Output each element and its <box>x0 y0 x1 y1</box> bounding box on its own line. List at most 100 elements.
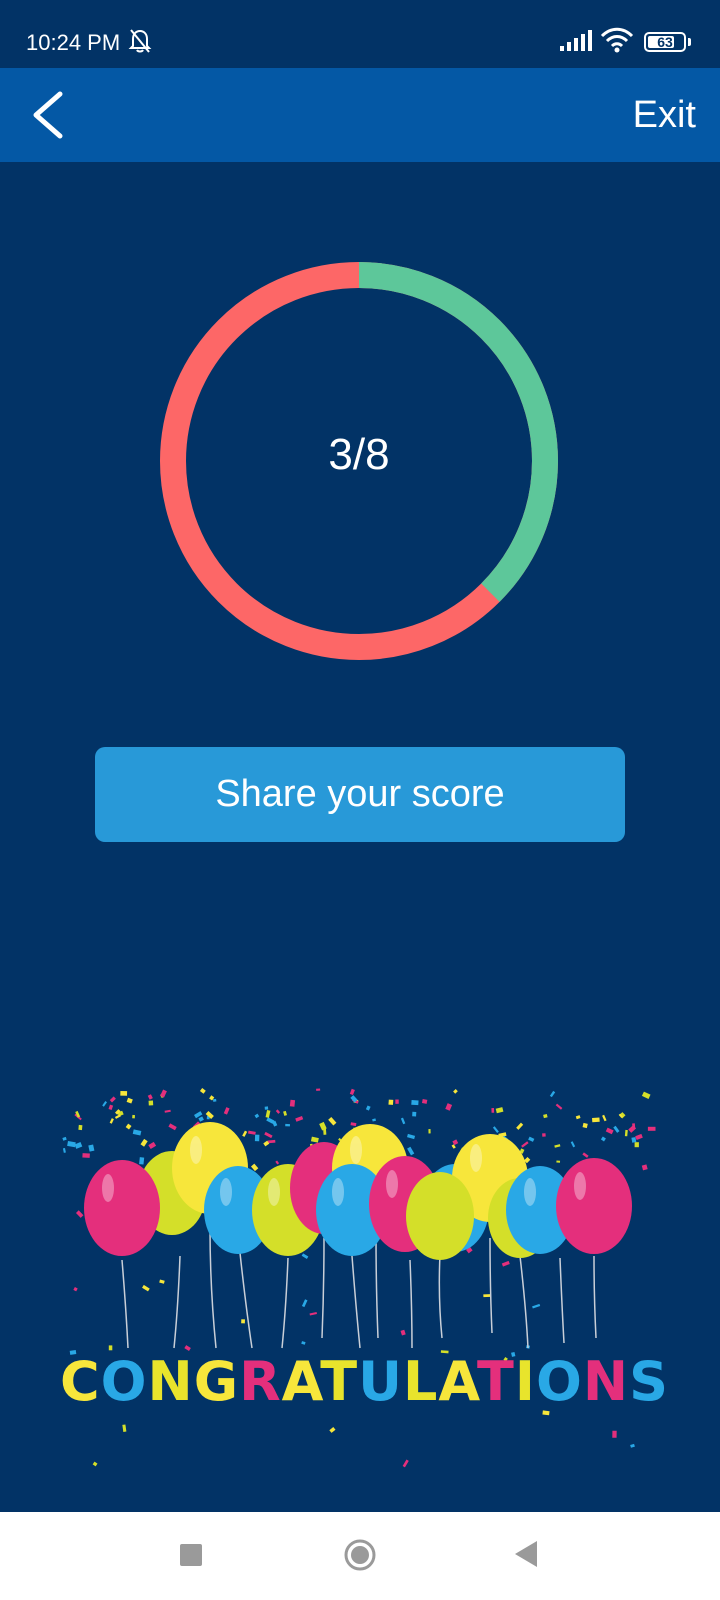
confetti-piece <box>285 1123 290 1127</box>
confetti-piece <box>108 1104 114 1111</box>
confetti-piece <box>265 1109 271 1118</box>
confetti-piece <box>582 1152 589 1158</box>
confetti-piece <box>148 1141 157 1150</box>
confetti-piece <box>641 1164 648 1171</box>
back-button[interactable] <box>26 90 76 140</box>
triangle-back-icon <box>515 1541 537 1567</box>
status-bar: 10:24 PM 63 <box>0 0 720 68</box>
confetti-piece <box>275 1160 280 1165</box>
confetti-piece <box>395 1099 399 1104</box>
confetti-piece <box>67 1141 76 1148</box>
confetti-piece <box>310 1136 319 1143</box>
confetti-piece <box>349 1088 355 1096</box>
confetti-piece <box>428 1129 431 1134</box>
circle-home-icon <box>344 1539 376 1571</box>
confetti-piece <box>148 1100 154 1106</box>
confetti-piece <box>267 1139 276 1144</box>
confetti-piece <box>543 1114 548 1119</box>
confetti-piece <box>109 1118 114 1124</box>
app-bar <box>0 68 720 162</box>
nav-back-button[interactable] <box>515 1541 537 1567</box>
confetti-piece <box>388 1099 394 1105</box>
congratulations-text: CONGRATULATIONS <box>60 1350 668 1413</box>
confetti-piece <box>329 1426 336 1433</box>
confetti-piece <box>301 1299 308 1308</box>
confetti-piece <box>264 1131 273 1139</box>
confetti-piece <box>164 1109 171 1113</box>
chevron-left-icon <box>33 91 63 139</box>
confetti-piece <box>114 1114 121 1119</box>
confetti-piece <box>120 1091 128 1096</box>
confetti-piece <box>451 1144 456 1149</box>
confetti-piece <box>198 1116 204 1122</box>
recents-button[interactable] <box>180 1544 202 1566</box>
congratulations-image <box>62 1088 656 1468</box>
confetti-piece <box>554 1144 561 1148</box>
confetti-piece <box>445 1103 453 1111</box>
confetti-piece <box>452 1139 459 1146</box>
confetti-piece <box>289 1099 296 1107</box>
confetti-piece <box>102 1101 108 1107</box>
confetti-piece <box>556 1160 561 1163</box>
confetti-piece <box>516 1122 524 1130</box>
confetti-piece <box>242 1130 248 1137</box>
battery-icon: 63 <box>644 32 686 52</box>
confetti-piece <box>613 1125 620 1133</box>
congratulations-letter: I <box>514 1350 536 1413</box>
confetti-piece <box>82 1153 90 1158</box>
confetti-piece <box>400 1329 406 1336</box>
confetti-piece <box>122 1424 127 1432</box>
confetti-piece <box>139 1157 145 1165</box>
congratulations-letter: U <box>358 1350 403 1413</box>
confetti-piece <box>62 1136 67 1141</box>
balloons <box>84 1122 632 1349</box>
bell-off-icon <box>128 28 152 59</box>
congratulations-letter: N <box>582 1350 630 1413</box>
congratulations-letters: CONGRATULATIONS <box>60 1350 669 1413</box>
confetti-piece <box>501 1260 510 1267</box>
confetti-piece <box>532 1303 541 1309</box>
confetti-piece <box>159 1279 165 1284</box>
confetti-piece <box>542 1133 546 1137</box>
congratulations-letter: L <box>402 1350 439 1413</box>
signal-icon <box>560 28 592 57</box>
confetti-piece <box>575 1115 581 1120</box>
exit-button[interactable]: Exit <box>633 94 696 137</box>
confetti-piece <box>316 1088 321 1091</box>
status-time: 10:24 PM <box>26 30 121 55</box>
wifi-icon <box>600 27 634 58</box>
confetti-piece <box>570 1141 576 1148</box>
confetti-piece <box>412 1111 417 1117</box>
confetti-piece <box>407 1133 416 1140</box>
confetti-piece <box>555 1103 563 1110</box>
confetti-piece <box>483 1294 491 1298</box>
confetti-piece <box>168 1123 177 1131</box>
home-button[interactable] <box>344 1539 376 1571</box>
confetti-piece <box>634 1142 639 1148</box>
confetti-piece <box>295 1116 304 1122</box>
confetti-piece <box>199 1088 206 1094</box>
confetti-piece <box>73 1286 78 1292</box>
confetti-piece <box>350 1122 357 1127</box>
confetti-piece <box>247 1130 256 1135</box>
congratulations-letter: S <box>629 1350 669 1413</box>
confetti-piece <box>400 1117 406 1125</box>
share-score-button[interactable]: Share your score <box>95 747 625 842</box>
confetti-piece <box>328 1117 337 1126</box>
confetti-piece <box>126 1097 133 1104</box>
confetti-piece <box>75 1210 84 1218</box>
confetti-piece <box>254 1113 260 1119</box>
confetti-piece <box>301 1341 306 1345</box>
confetti-piece <box>582 1122 588 1129</box>
confetti-piece <box>491 1108 495 1113</box>
confetti-piece <box>241 1319 245 1324</box>
confetti-piece <box>266 1117 275 1124</box>
confetti-piece <box>592 1117 600 1123</box>
congratulations-letter: C <box>60 1350 101 1413</box>
confetti-piece <box>109 1096 116 1103</box>
confetti-piece <box>411 1100 419 1106</box>
battery-tip <box>688 38 691 46</box>
confetti-piece <box>528 1136 535 1142</box>
confetti-piece <box>301 1253 309 1259</box>
confetti-piece <box>283 1110 288 1116</box>
